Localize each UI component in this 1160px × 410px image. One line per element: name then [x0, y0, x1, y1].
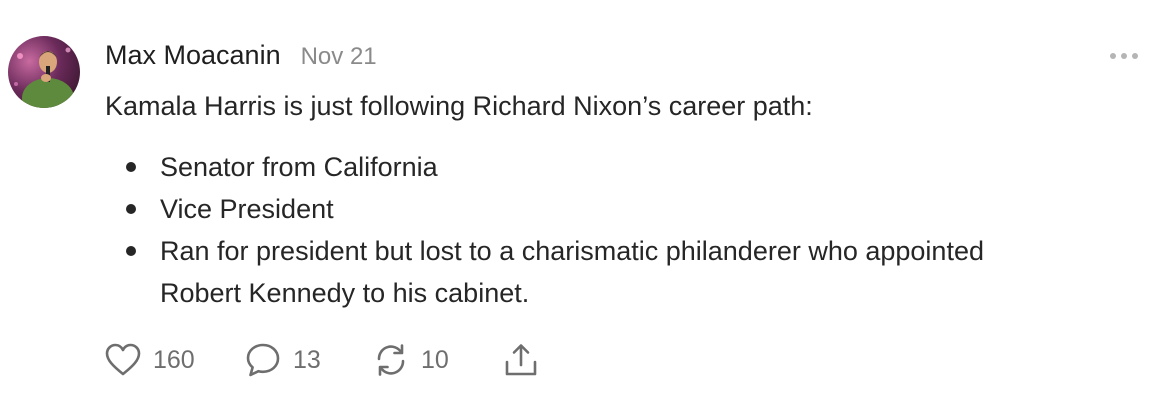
avatar[interactable]: [8, 36, 80, 108]
comment-button[interactable]: 13: [245, 342, 373, 378]
list-item-text: Ran for president but lost to a charisma…: [160, 236, 984, 266]
like-count: 160: [153, 345, 195, 374]
share-button[interactable]: [503, 342, 539, 378]
comment-bubble-icon: [246, 343, 280, 377]
list-item: Senator from California: [105, 146, 1135, 188]
post-text: Kamala Harris is just following Richard …: [105, 91, 813, 121]
heart-icon: [105, 343, 141, 376]
post-date[interactable]: Nov 21: [301, 43, 377, 71]
author-name[interactable]: Max Moacanin: [105, 40, 281, 71]
restack-button[interactable]: 10: [373, 342, 503, 378]
action-bar: 160 13 10: [105, 340, 539, 380]
list-item-text: Vice President: [160, 194, 334, 224]
post-card: Max Moacanin Nov 21 Kamala Harris is jus…: [0, 0, 1160, 410]
list-item-text: Robert Kennedy to his cabinet.: [160, 278, 530, 308]
list-item-continuation: Robert Kennedy to his cabinet.: [105, 272, 1135, 314]
bullet-list: Senator from California Vice President R…: [105, 146, 1135, 314]
share-upload-icon: [505, 344, 537, 376]
bullet-dot: [126, 204, 136, 214]
restack-count: 10: [421, 345, 449, 374]
like-button[interactable]: 160: [105, 343, 245, 377]
comment-count: 13: [293, 345, 321, 374]
post-header: Max Moacanin Nov 21: [105, 40, 377, 76]
list-item: Ran for president but lost to a charisma…: [105, 230, 1135, 272]
list-item: Vice President: [105, 188, 1135, 230]
list-item-text: Senator from California: [160, 152, 438, 182]
bullet-dot: [126, 246, 136, 256]
bullet-dot: [126, 162, 136, 172]
more-options-button[interactable]: [1108, 48, 1140, 64]
more-horizontal-icon: [1110, 53, 1138, 59]
restack-arrows-icon: [377, 344, 405, 376]
